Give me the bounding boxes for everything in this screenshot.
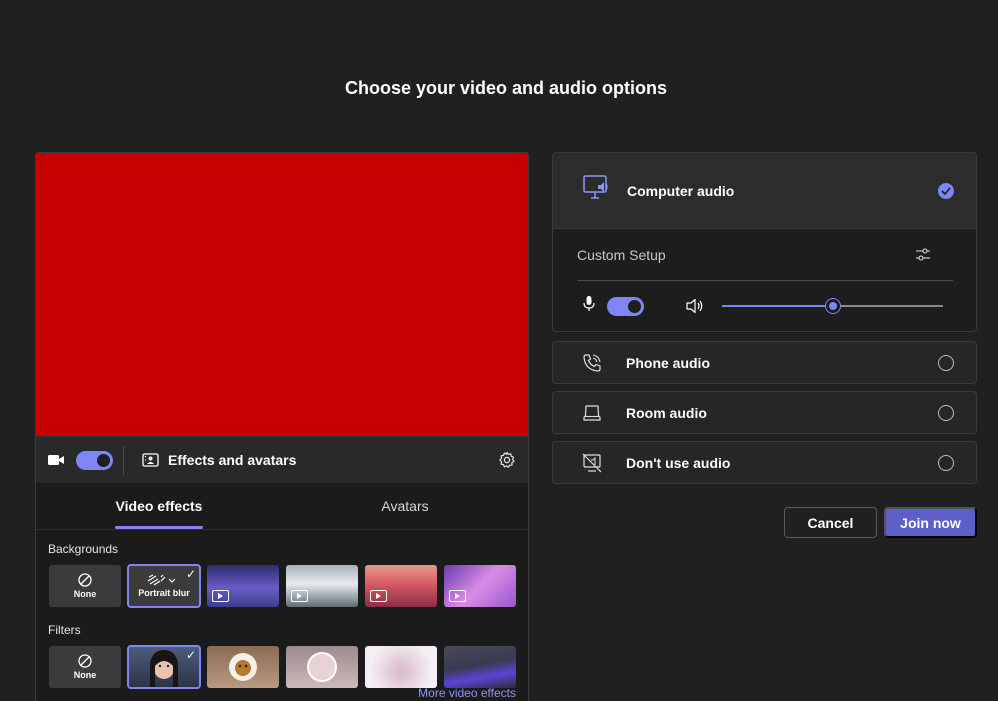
phone-audio-radio[interactable] xyxy=(938,354,954,371)
sticker-icon xyxy=(229,653,257,681)
frame-icon xyxy=(307,652,337,682)
tab-avatars[interactable]: Avatars xyxy=(282,483,528,529)
filter-frame[interactable] xyxy=(286,646,358,688)
tab-video-effects[interactable]: Video effects xyxy=(36,483,282,529)
more-video-effects-link[interactable]: More video effects xyxy=(418,686,516,700)
custom-setup-label: Custom Setup xyxy=(577,246,666,263)
filter-none[interactable]: None xyxy=(49,646,121,688)
phone-icon xyxy=(581,353,603,373)
filter-portrait[interactable]: ✓ xyxy=(127,645,201,689)
computer-audio-option[interactable]: Computer audio xyxy=(553,153,976,229)
no-audio-radio[interactable] xyxy=(938,454,954,471)
no-audio-icon xyxy=(581,453,603,473)
video-panel: Effects and avatars Video effects Avatar… xyxy=(35,152,529,701)
no-audio-label: Don't use audio xyxy=(626,454,731,471)
phone-audio-label: Phone audio xyxy=(626,354,710,371)
effects-icon xyxy=(142,453,160,467)
blur-icon xyxy=(147,574,176,586)
thumb-caption: Portrait blur xyxy=(138,588,190,598)
video-toolbar: Effects and avatars xyxy=(36,436,528,483)
room-icon xyxy=(581,403,603,423)
none-icon xyxy=(78,573,92,587)
camera-icon xyxy=(48,453,66,467)
video-badge-icon xyxy=(291,590,308,602)
background-portrait-blur[interactable]: ✓ Portrait blur xyxy=(127,564,201,608)
selected-check-icon[interactable] xyxy=(938,182,954,199)
speaker-volume-slider[interactable] xyxy=(722,298,943,314)
filter-soft[interactable] xyxy=(365,646,437,688)
custom-setup-row[interactable]: Custom Setup xyxy=(577,229,953,281)
backgrounds-heading: Backgrounds xyxy=(48,542,119,556)
background-none[interactable]: None xyxy=(49,565,121,607)
speaker-icon xyxy=(686,298,704,314)
filters-heading: Filters xyxy=(48,623,81,637)
camera-toggle[interactable] xyxy=(76,450,113,470)
background-video-2[interactable] xyxy=(286,565,358,607)
filters-row: None ✓ xyxy=(49,645,528,689)
join-now-button[interactable]: Join now xyxy=(884,507,977,538)
computer-audio-card: Computer audio Custom Setup xyxy=(552,152,977,332)
thumb-caption: None xyxy=(73,589,97,599)
backgrounds-row: None ✓ Portrait blur xyxy=(49,564,528,608)
checkmark-icon: ✓ xyxy=(185,567,196,581)
video-badge-icon xyxy=(370,590,387,602)
filter-wave[interactable] xyxy=(444,646,516,688)
background-video-3[interactable] xyxy=(365,565,437,607)
computer-audio-icon xyxy=(583,175,610,206)
video-preview xyxy=(36,153,528,436)
device-controls xyxy=(553,281,976,331)
effects-tabs: Video effects Avatars xyxy=(36,483,528,530)
room-audio-label: Room audio xyxy=(626,404,707,421)
divider xyxy=(123,445,124,475)
background-video-4[interactable] xyxy=(444,565,516,607)
filter-sticker[interactable] xyxy=(207,646,279,688)
page-title: Choose your video and audio options xyxy=(344,78,667,98)
video-badge-icon xyxy=(449,590,466,602)
settings-sliders-icon[interactable] xyxy=(915,247,931,263)
phone-audio-option[interactable]: Phone audio xyxy=(552,341,977,384)
gear-icon[interactable] xyxy=(498,451,516,469)
effects-and-avatars-button[interactable]: Effects and avatars xyxy=(168,452,296,468)
room-audio-radio[interactable] xyxy=(938,404,954,421)
slider-knob[interactable] xyxy=(825,299,840,313)
slider-fill xyxy=(722,305,833,307)
thumb-caption: None xyxy=(73,670,97,680)
microphone-icon xyxy=(583,295,595,317)
background-video-1[interactable] xyxy=(207,565,279,607)
no-audio-option[interactable]: Don't use audio xyxy=(552,441,977,484)
checkmark-icon: ✓ xyxy=(185,648,196,662)
none-icon xyxy=(78,654,92,668)
cancel-button[interactable]: Cancel xyxy=(784,507,877,538)
video-badge-icon xyxy=(212,590,229,602)
room-audio-option[interactable]: Room audio xyxy=(552,391,977,434)
computer-audio-label: Computer audio xyxy=(627,182,735,199)
microphone-toggle[interactable] xyxy=(607,296,644,316)
